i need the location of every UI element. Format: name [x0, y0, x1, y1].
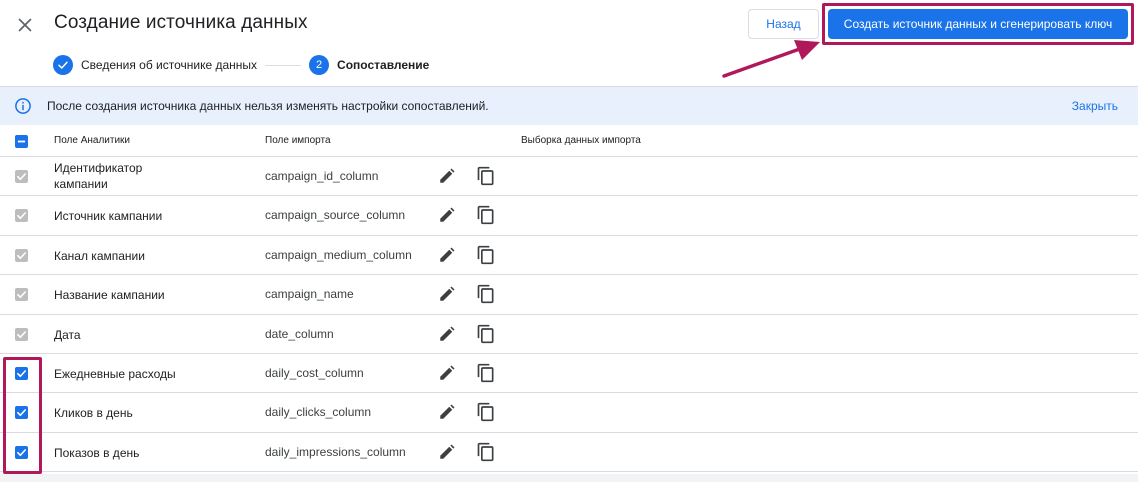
step-1-complete — [53, 55, 73, 75]
copy-icon[interactable] — [476, 245, 496, 265]
copy-icon[interactable] — [476, 363, 496, 383]
table-row: Источник кампании campaign_source_column — [0, 196, 1138, 236]
page-header: Создание источника данных Сведения об ис… — [0, 0, 1138, 86]
import-field-name: campaign_medium_column — [265, 247, 412, 262]
check-icon — [17, 173, 26, 181]
copy-icon[interactable] — [476, 402, 496, 422]
info-icon — [15, 98, 31, 114]
table-row: Показов в день daily_impressions_column — [0, 433, 1138, 473]
import-field-name: daily_cost_column — [265, 365, 364, 380]
table-row: Кликов в день daily_clicks_column — [0, 393, 1138, 433]
step-1-label: Сведения об источнике данных — [81, 58, 258, 72]
analytics-field-name: Кликов в день — [54, 406, 133, 421]
analytics-field-name: Название кампании — [54, 288, 165, 303]
copy-icon[interactable] — [476, 324, 496, 344]
table-row: Канал кампании campaign_medium_column — [0, 236, 1138, 276]
select-all-checkbox[interactable] — [15, 135, 28, 148]
edit-icon[interactable] — [438, 443, 456, 461]
import-field-name: campaign_name — [265, 287, 354, 302]
stepper: Сведения об источнике данных 2 Сопоставл… — [53, 54, 429, 76]
analytics-field-name: Показов в день — [54, 445, 140, 460]
annotation-arrow-icon — [722, 40, 820, 78]
banner-close-link[interactable]: Закрыть — [1072, 99, 1118, 113]
edit-icon[interactable] — [438, 403, 456, 421]
analytics-field-name: Ежедневные расходы — [54, 366, 176, 381]
row-checkbox — [15, 170, 28, 183]
create-and-generate-key-button[interactable]: Создать источник данных и сгенерировать … — [828, 9, 1128, 39]
analytics-field-name: Источник кампании — [54, 209, 163, 224]
row-checkbox — [15, 288, 28, 302]
banner-text: После создания источника данных нельзя и… — [47, 99, 489, 113]
edit-icon[interactable] — [438, 167, 456, 185]
info-banner: После создания источника данных нельзя и… — [0, 86, 1138, 125]
close-icon[interactable] — [14, 14, 36, 36]
table-row: Название кампании campaign_name — [0, 275, 1138, 315]
check-icon — [17, 291, 26, 299]
edit-icon[interactable] — [438, 364, 456, 382]
row-checkbox — [15, 248, 28, 262]
table-body: Идентификатор кампании campaign_id_colum… — [0, 157, 1138, 473]
primary-button-highlight: Создать источник данных и сгенерировать … — [822, 3, 1134, 45]
check-icon — [17, 330, 26, 338]
import-field-name: date_column — [265, 326, 334, 341]
import-field-name: daily_impressions_column — [265, 444, 406, 459]
table-header: Поле Аналитики Поле импорта Выборка данн… — [0, 125, 1138, 157]
import-field-name: campaign_id_column — [265, 169, 379, 183]
column-header-analytics-field: Поле Аналитики — [54, 135, 131, 146]
analytics-field-name: Идентификатор кампании — [54, 161, 143, 191]
import-field-name: campaign_source_column — [265, 208, 406, 223]
column-header-import-sample: Выборка данных импорта — [521, 135, 641, 146]
step-divider — [265, 64, 302, 66]
table-row: Идентификатор кампании campaign_id_colum… — [0, 157, 1138, 197]
column-header-import-field: Поле импорта — [265, 135, 331, 146]
edit-icon[interactable] — [438, 206, 456, 224]
check-icon — [58, 61, 68, 69]
row-checkbox — [15, 327, 28, 341]
step-2-number: 2 — [309, 55, 330, 75]
check-icon — [17, 251, 26, 259]
back-button[interactable]: Назад — [748, 9, 819, 39]
bottom-bar — [0, 474, 1138, 482]
table-row: Дата date_column — [0, 315, 1138, 354]
indeterminate-icon — [17, 140, 26, 143]
copy-icon[interactable] — [476, 442, 496, 462]
import-field-name: daily_clicks_column — [265, 405, 372, 420]
table-row: Ежедневные расходы daily_cost_column — [0, 354, 1138, 394]
step-2-label: Сопоставление — [337, 58, 430, 72]
edit-icon[interactable] — [438, 285, 456, 303]
edit-icon[interactable] — [438, 325, 456, 343]
analytics-field-name: Дата — [54, 327, 81, 342]
check-icon — [17, 212, 26, 220]
row-checkbox — [15, 209, 28, 223]
edit-icon[interactable] — [438, 246, 456, 264]
copy-icon[interactable] — [476, 166, 496, 186]
mapping-table: Поле Аналитики Поле импорта Выборка данн… — [0, 125, 1138, 473]
page-title: Создание источника данных — [54, 12, 308, 33]
copy-icon[interactable] — [476, 205, 496, 225]
copy-icon[interactable] — [476, 284, 496, 304]
analytics-field-name: Канал кампании — [54, 248, 145, 263]
checkbox-highlight — [3, 357, 42, 474]
